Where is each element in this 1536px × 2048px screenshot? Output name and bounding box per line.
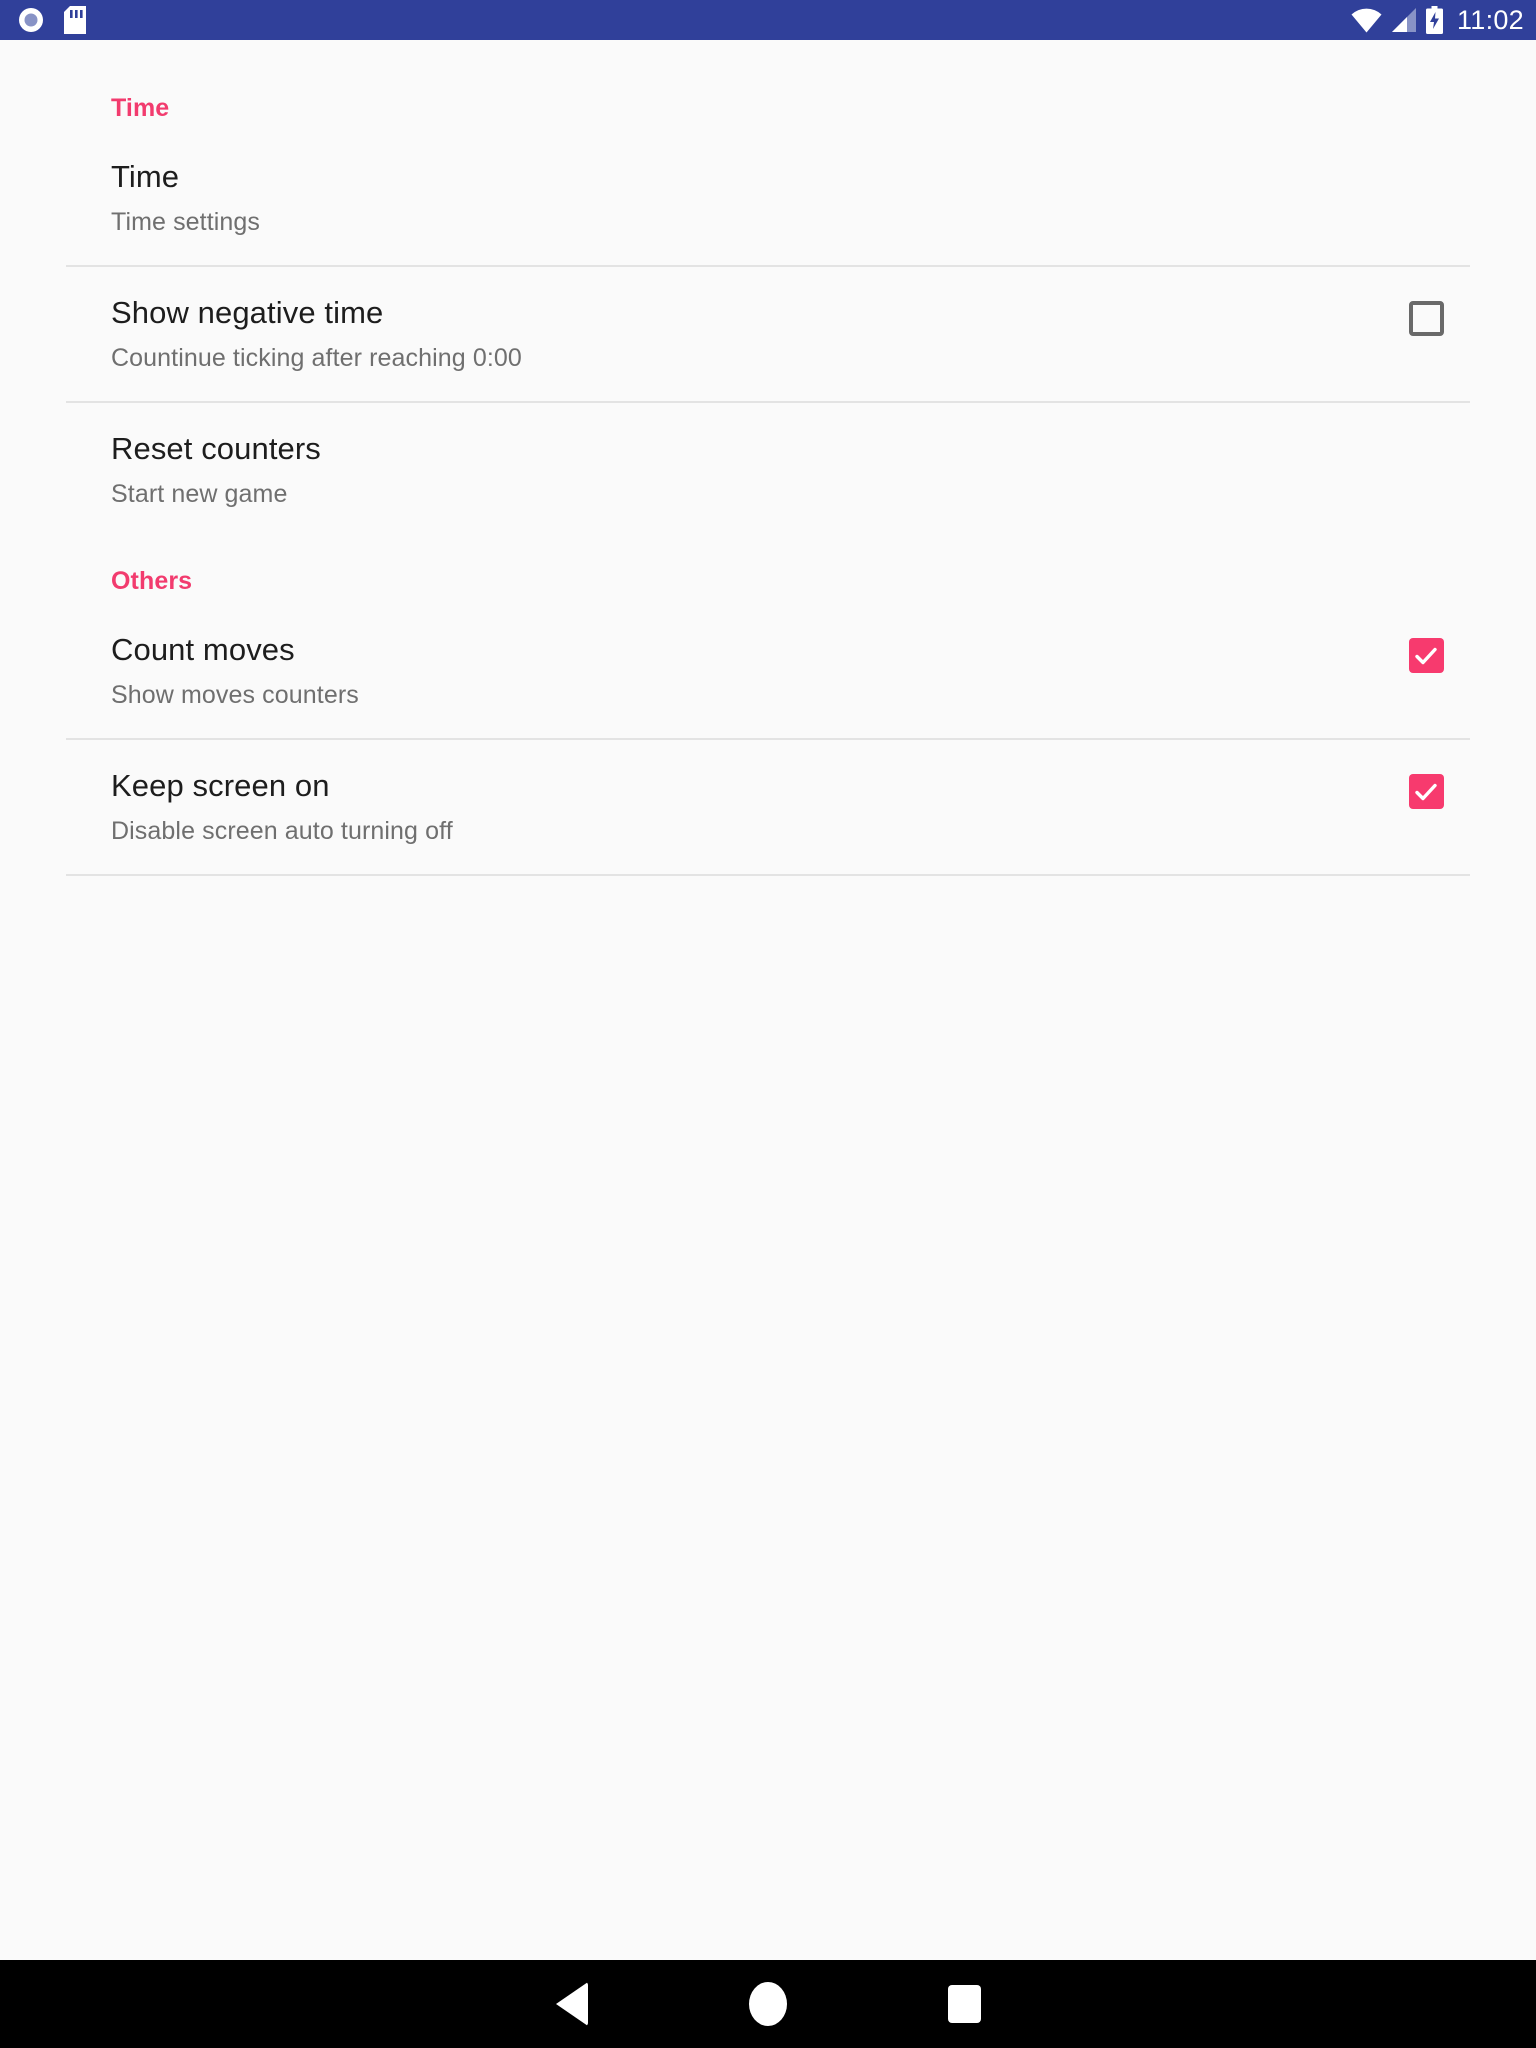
status-bar-left-icons: [18, 6, 86, 34]
pref-summary: Countinue ticking after reaching 0:00: [111, 344, 522, 372]
pref-widget-empty: [1396, 159, 1456, 165]
pref-widget: [1396, 632, 1456, 673]
checkmark-icon: [1415, 783, 1437, 800]
pref-title: Reset counters: [111, 431, 321, 466]
pref-row-reset-counters[interactable]: Reset counters Start new game: [0, 431, 1536, 507]
pref-text-keep-screen-on: Keep screen on Disable screen auto turni…: [111, 768, 1372, 844]
pref-widget-empty: [1396, 431, 1456, 437]
pref-row-keep-screen-on[interactable]: Keep screen on Disable screen auto turni…: [0, 768, 1536, 844]
pref-text-show-negative-time: Show negative time Countinue ticking aft…: [111, 295, 1372, 371]
pref-title: Count moves: [111, 632, 295, 667]
pref-row-time[interactable]: Time Time settings: [0, 159, 1536, 235]
pref-widget: [1396, 295, 1456, 336]
battery-charging-icon: [1425, 6, 1443, 34]
pref-widget: [1396, 768, 1456, 809]
screen-record-icon: [18, 7, 44, 33]
nav-home-button[interactable]: [670, 1960, 866, 2048]
recents-square-icon: [947, 1985, 981, 2023]
pref-text-count-moves: Count moves Show moves counters: [111, 632, 1372, 708]
status-bar: 11:02: [0, 0, 1536, 40]
checkbox-show-negative-time[interactable]: [1408, 301, 1444, 336]
nav-recents-button[interactable]: [866, 1960, 1062, 2048]
divider: [66, 401, 1470, 403]
pref-title: Show negative time: [111, 295, 384, 330]
pref-text-reset-counters: Reset counters Start new game: [111, 431, 1372, 507]
pref-title: Time: [111, 159, 180, 194]
cellular-signal-icon: [1391, 7, 1417, 33]
divider: [66, 738, 1470, 740]
section-header-time: Time: [111, 94, 170, 122]
pref-summary: Time settings: [111, 208, 261, 236]
navigation-bar: [0, 1960, 1536, 2048]
divider: [66, 265, 1470, 267]
pref-summary: Show moves counters: [111, 681, 359, 709]
nav-back-button[interactable]: [474, 1960, 670, 2048]
divider: [66, 874, 1470, 876]
checkbox-keep-screen-on[interactable]: [1408, 774, 1444, 809]
checkmark-icon: [1415, 647, 1437, 664]
status-bar-right-icons: 11:02: [1351, 6, 1524, 34]
settings-list: Time Time Time settings Show negative ti…: [0, 40, 1536, 1960]
pref-summary: Disable screen auto turning off: [111, 817, 453, 845]
android-screen: 11:02 Time Time Time settings Show negat…: [0, 0, 1536, 2048]
pref-row-count-moves[interactable]: Count moves Show moves counters: [0, 632, 1536, 708]
checkbox-count-moves[interactable]: [1408, 638, 1444, 673]
wifi-icon: [1351, 7, 1382, 33]
section-header-others: Others: [111, 567, 193, 595]
status-bar-clock: 11:02: [1456, 4, 1524, 35]
back-triangle-icon: [556, 1982, 588, 2026]
home-circle-icon: [749, 1982, 787, 2026]
pref-title: Keep screen on: [111, 768, 330, 803]
sd-card-icon: [64, 6, 86, 34]
pref-summary: Start new game: [111, 480, 288, 508]
pref-row-show-negative-time[interactable]: Show negative time Countinue ticking aft…: [0, 295, 1536, 371]
pref-text-time: Time Time settings: [111, 159, 1372, 235]
